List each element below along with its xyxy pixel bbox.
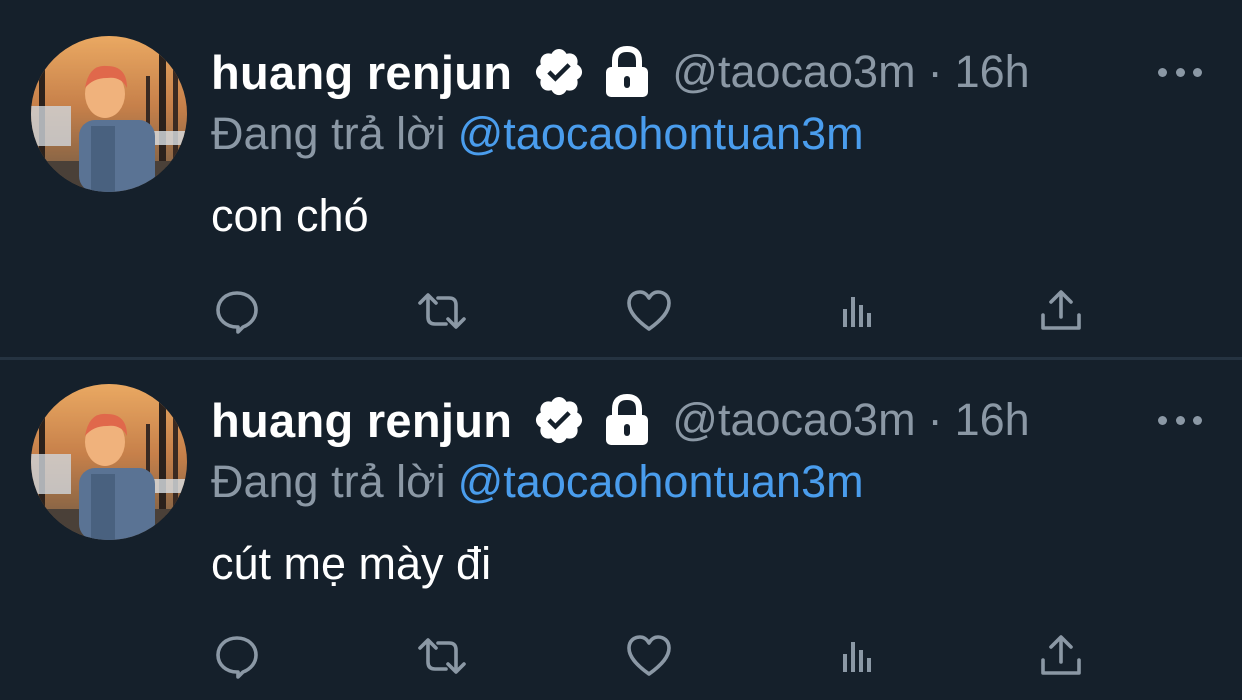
tweet-text: con chó xyxy=(211,190,369,241)
reply-icon[interactable] xyxy=(209,283,265,339)
verified-badge-icon xyxy=(532,45,586,99)
verified-badge-icon xyxy=(532,393,586,447)
user-handle[interactable]: @taocao3m xyxy=(672,394,915,446)
lock-icon xyxy=(602,393,652,447)
reply-icon[interactable] xyxy=(209,628,265,684)
reply-prefix: Đang trả lời xyxy=(211,108,446,159)
separator-dot: · xyxy=(927,394,943,445)
reply-context: Đang trả lời @taocaohontuan3m xyxy=(211,456,864,508)
user-handle[interactable]: @taocao3m xyxy=(672,46,915,98)
tweet-header: huang renjun @taocao3m · 16h xyxy=(211,42,1030,102)
avatar[interactable] xyxy=(31,384,187,540)
profile-photo xyxy=(31,36,187,192)
tweet-actions xyxy=(0,628,1242,684)
timestamp[interactable]: 16h xyxy=(955,46,1030,98)
like-icon[interactable] xyxy=(621,283,677,339)
like-icon[interactable] xyxy=(621,628,677,684)
views-icon[interactable] xyxy=(828,628,884,684)
tweet[interactable]: huang renjun @taocao3m · 16h Đang trả lờ… xyxy=(0,360,1242,700)
retweet-icon[interactable] xyxy=(414,283,470,339)
display-name[interactable]: huang renjun xyxy=(211,393,512,448)
tweet-header: huang renjun @taocao3m · 16h xyxy=(211,390,1030,450)
reply-context: Đang trả lời @taocaohontuan3m xyxy=(211,108,864,160)
views-icon[interactable] xyxy=(828,283,884,339)
retweet-icon[interactable] xyxy=(414,628,470,684)
avatar[interactable] xyxy=(31,36,187,192)
timeline: huang renjun @taocao3m · 16h Đang trả lờ… xyxy=(0,0,1242,700)
tweet-text: cút mẹ mày đi xyxy=(211,538,492,589)
separator-dot: · xyxy=(927,46,943,97)
tweet-actions xyxy=(0,283,1242,339)
reply-target-link[interactable]: @taocaohontuan3m xyxy=(458,108,864,159)
share-icon[interactable] xyxy=(1033,283,1089,339)
timestamp[interactable]: 16h xyxy=(955,394,1030,446)
more-options-icon[interactable] xyxy=(1158,62,1202,82)
reply-prefix: Đang trả lời xyxy=(211,456,446,507)
lock-icon xyxy=(602,45,652,99)
reply-target-link[interactable]: @taocaohontuan3m xyxy=(458,456,864,507)
tweet[interactable]: huang renjun @taocao3m · 16h Đang trả lờ… xyxy=(0,0,1242,358)
share-icon[interactable] xyxy=(1033,628,1089,684)
profile-photo xyxy=(31,384,187,540)
more-options-icon[interactable] xyxy=(1158,410,1202,430)
display-name[interactable]: huang renjun xyxy=(211,45,512,100)
